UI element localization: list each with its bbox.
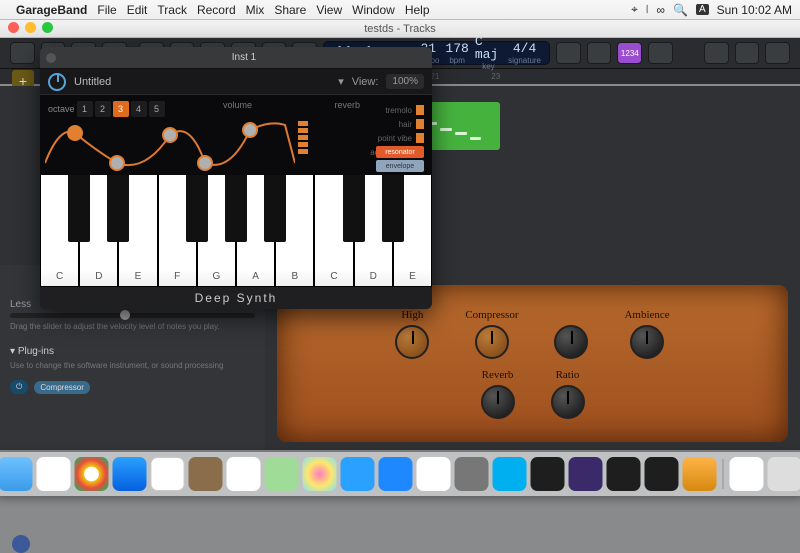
mode-resonator[interactable]: resonator bbox=[376, 146, 424, 158]
dock-affinity2[interactable] bbox=[569, 457, 603, 491]
param-tremolo[interactable] bbox=[416, 105, 424, 115]
plugins-desc: Use to change the software instrument, o… bbox=[10, 361, 255, 370]
menu-mix[interactable]: Mix bbox=[246, 3, 265, 17]
preset-name[interactable]: Untitled bbox=[74, 76, 330, 88]
plugin-host-title: Inst 1 bbox=[62, 52, 426, 63]
knob-compressor[interactable] bbox=[475, 325, 509, 359]
dock-app4[interactable] bbox=[645, 457, 679, 491]
knob-high[interactable] bbox=[395, 325, 429, 359]
window-title: testds - Tracks bbox=[364, 23, 436, 35]
plugin-power[interactable]: ⏻ bbox=[10, 380, 28, 394]
dock-app3[interactable] bbox=[607, 457, 641, 491]
knob-ambience[interactable] bbox=[630, 325, 664, 359]
menu-window[interactable]: Window bbox=[352, 3, 395, 17]
knob-reverb[interactable] bbox=[481, 385, 515, 419]
minimize-window[interactable] bbox=[25, 22, 36, 33]
plugin-close-icon[interactable] bbox=[46, 53, 56, 63]
dock bbox=[0, 452, 800, 496]
knob-x1[interactable] bbox=[554, 325, 588, 359]
mode-envelope[interactable]: envelope bbox=[376, 160, 424, 172]
preset-caret-icon[interactable]: ▾ bbox=[338, 75, 344, 88]
black-key-5[interactable] bbox=[225, 175, 247, 242]
dock-safari[interactable] bbox=[113, 457, 147, 491]
library-button[interactable] bbox=[10, 42, 35, 64]
menu-file[interactable]: File bbox=[97, 3, 116, 17]
param-pointvibe[interactable] bbox=[416, 133, 424, 143]
plugin-titlebar[interactable]: Inst 1 bbox=[40, 47, 432, 69]
dock-finder[interactable] bbox=[0, 457, 33, 491]
search-icon[interactable]: 🔍 bbox=[673, 3, 688, 17]
dock-skype[interactable] bbox=[493, 457, 527, 491]
bluetooth-icon[interactable]: ∞ bbox=[656, 3, 665, 17]
octave-label: octave bbox=[48, 104, 75, 114]
black-key-6[interactable] bbox=[264, 175, 286, 242]
zoom-window[interactable] bbox=[42, 22, 53, 33]
metronome-button[interactable] bbox=[648, 42, 673, 64]
menu-record[interactable]: Record bbox=[197, 3, 236, 17]
param-hair[interactable] bbox=[416, 119, 424, 129]
view-label: View: bbox=[352, 76, 379, 88]
menu-view[interactable]: View bbox=[316, 3, 342, 17]
instrument-plugin-window: Inst 1 Untitled ▾ View: 100% octave 1 2 … bbox=[40, 47, 432, 309]
window-titlebar: testds - Tracks bbox=[0, 20, 800, 38]
black-key-1[interactable] bbox=[68, 175, 90, 242]
mac-menubar: GarageBand File Edit Track Record Mix Sh… bbox=[0, 0, 800, 20]
vel-less: Less bbox=[10, 299, 31, 310]
volume-bar[interactable] bbox=[298, 121, 308, 154]
menu-help[interactable]: Help bbox=[405, 3, 430, 17]
plugins-title: ▾ Plug-ins bbox=[10, 346, 255, 357]
dock-garageband[interactable] bbox=[683, 457, 717, 491]
dock-reminders[interactable] bbox=[227, 457, 261, 491]
wifi-icon[interactable]: ⧙ bbox=[646, 2, 649, 17]
view-zoom[interactable]: 100% bbox=[386, 74, 424, 89]
notepad-button[interactable] bbox=[704, 42, 729, 64]
dock-appstore[interactable] bbox=[379, 457, 413, 491]
plugin-power-button[interactable] bbox=[48, 73, 66, 91]
black-key-8[interactable] bbox=[343, 175, 365, 242]
info-icon[interactable] bbox=[12, 535, 30, 553]
black-key-4[interactable] bbox=[186, 175, 208, 242]
mode-buttons: resonator envelope bbox=[376, 146, 424, 172]
dock-calendar[interactable] bbox=[151, 457, 185, 491]
knob-ratio[interactable] bbox=[551, 385, 585, 419]
tuner-button[interactable] bbox=[587, 42, 612, 64]
dock-notes[interactable] bbox=[417, 457, 451, 491]
menu-edit[interactable]: Edit bbox=[127, 3, 148, 17]
synth-controls: octave 1 2 3 4 5 volume reverb tremolo h… bbox=[40, 95, 432, 175]
close-window[interactable] bbox=[8, 22, 19, 33]
location-icon[interactable]: ⌖ bbox=[631, 2, 638, 17]
dock-chrome[interactable] bbox=[75, 457, 109, 491]
dock-photos[interactable] bbox=[303, 457, 337, 491]
app-name[interactable]: GarageBand bbox=[16, 3, 87, 17]
media-button[interactable] bbox=[765, 42, 790, 64]
a-icon[interactable]: A bbox=[696, 4, 709, 15]
velocity-slider[interactable] bbox=[10, 313, 255, 318]
traffic-lights bbox=[8, 22, 53, 33]
black-key-9[interactable] bbox=[382, 175, 404, 242]
plugin-topbar: Untitled ▾ View: 100% bbox=[40, 69, 432, 95]
black-key-2[interactable] bbox=[107, 175, 129, 242]
count-in-button[interactable]: 1234 bbox=[617, 42, 642, 64]
plugin-slot[interactable]: Compressor bbox=[34, 381, 90, 394]
dock-affinity1[interactable] bbox=[531, 457, 565, 491]
clock[interactable]: Sun 10:02 AM bbox=[717, 3, 792, 17]
volume-label: volume bbox=[223, 100, 252, 110]
velocity-hint: Drag the slider to adjust the velocity l… bbox=[10, 322, 255, 332]
dock-maps[interactable] bbox=[265, 457, 299, 491]
menu-share[interactable]: Share bbox=[274, 3, 306, 17]
dock-mail[interactable] bbox=[341, 457, 375, 491]
dock-trash[interactable] bbox=[768, 457, 800, 491]
cycle-button[interactable] bbox=[556, 42, 581, 64]
dock-doc[interactable] bbox=[730, 457, 764, 491]
plugin-footer: Deep Synth bbox=[40, 287, 432, 309]
loops-button[interactable] bbox=[735, 42, 760, 64]
envelope-curve[interactable] bbox=[45, 115, 295, 173]
dock-contacts[interactable] bbox=[189, 457, 223, 491]
piano-keyboard[interactable]: CDEFGABCDE bbox=[40, 175, 432, 287]
dock-browser[interactable] bbox=[37, 457, 71, 491]
menu-track[interactable]: Track bbox=[157, 3, 187, 17]
dock-settings[interactable] bbox=[455, 457, 489, 491]
